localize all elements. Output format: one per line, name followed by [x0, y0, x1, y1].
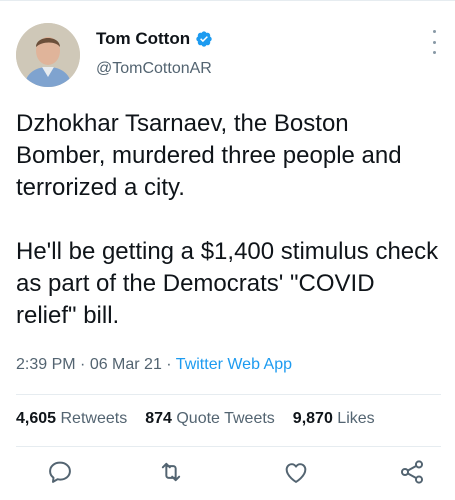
likes-label: Likes	[337, 410, 375, 427]
share-button[interactable]	[398, 458, 426, 486]
meta-separator: ·	[75, 356, 90, 373]
divider	[16, 394, 441, 395]
reply-icon	[49, 461, 71, 483]
quote-tweets-stat[interactable]: 874 Quote Tweets	[145, 410, 275, 428]
retweets-label: Retweets	[60, 410, 128, 427]
tweet-text: Dzhokhar Tsarnaev, the Boston Bomber, mu…	[16, 108, 441, 332]
tweet-time[interactable]: 2:39 PM	[16, 356, 76, 373]
profile-photo	[16, 23, 80, 87]
meta-separator: ·	[161, 356, 176, 373]
tweet-paragraph: Dzhokhar Tsarnaev, the Boston Bomber, mu…	[16, 110, 402, 201]
author-name-row: Tom Cotton	[96, 29, 213, 49]
tweet-source[interactable]: Twitter Web App	[176, 356, 292, 373]
quote-tweets-label: Quote Tweets	[176, 410, 275, 427]
tweet-paragraph: He'll be getting a $1,400 stimulus check…	[16, 238, 439, 329]
retweet-icon	[161, 462, 181, 482]
tweet-stats: 4,605 Retweets 874 Quote Tweets 9,870 Li…	[16, 410, 375, 428]
tweet-date[interactable]: 06 Mar 21	[90, 356, 162, 373]
divider	[16, 446, 441, 447]
reply-button[interactable]	[46, 458, 74, 486]
share-icon	[400, 460, 424, 484]
display-name[interactable]: Tom Cotton	[96, 29, 190, 49]
more-options-icon[interactable]	[428, 30, 440, 54]
top-border	[0, 0, 455, 1]
likes-count: 9,870	[292, 410, 333, 427]
quote-tweets-count: 874	[145, 410, 172, 427]
like-icon	[285, 463, 307, 483]
like-button[interactable]	[282, 458, 310, 486]
avatar[interactable]	[16, 23, 80, 87]
retweets-count: 4,605	[16, 410, 57, 427]
tweet-actions	[0, 458, 455, 490]
likes-stat[interactable]: 9,870 Likes	[293, 410, 375, 428]
tweet-meta: 2:39 PM · 06 Mar 21 · Twitter Web App	[16, 356, 292, 374]
author-handle[interactable]: @TomCottonAR	[96, 60, 212, 78]
retweet-button[interactable]	[157, 458, 185, 486]
verified-badge-icon	[196, 31, 212, 47]
retweets-stat[interactable]: 4,605 Retweets	[16, 410, 127, 428]
